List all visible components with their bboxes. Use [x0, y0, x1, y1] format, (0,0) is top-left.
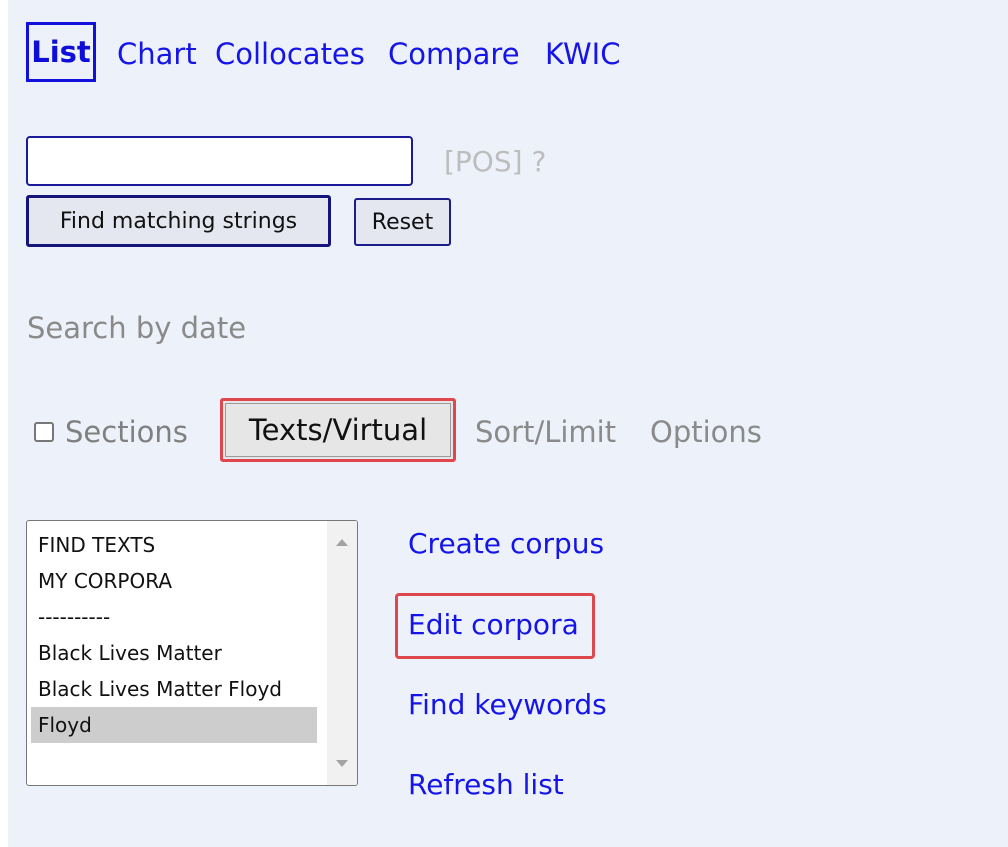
list-item[interactable]: ---------- [31, 599, 317, 635]
tab-list[interactable]: List [26, 22, 96, 82]
search-input[interactable] [26, 136, 413, 186]
listbox-scrollbar[interactable] [327, 521, 357, 785]
list-item-selected[interactable]: Floyd [31, 707, 317, 743]
pos-help-link[interactable]: [POS] ? [444, 142, 546, 182]
find-matching-strings-button[interactable]: Find matching strings [26, 195, 331, 247]
tab-kwic[interactable]: KWIC [545, 34, 620, 74]
create-corpus-link[interactable]: Create corpus [408, 524, 604, 564]
refresh-list-link[interactable]: Refresh list [408, 765, 564, 805]
scroll-up-icon[interactable] [336, 539, 348, 546]
tab-chart[interactable]: Chart [117, 34, 197, 74]
tab-compare[interactable]: Compare [388, 34, 520, 74]
options-tab[interactable]: Options [650, 412, 762, 452]
list-item[interactable]: FIND TEXTS [31, 527, 317, 563]
search-by-date-link[interactable]: Search by date [27, 308, 246, 348]
sections-label[interactable]: Sections [65, 412, 188, 452]
list-item[interactable]: Black Lives Matter [31, 635, 317, 671]
sections-checkbox[interactable] [34, 422, 54, 442]
sort-limit-tab[interactable]: Sort/Limit [475, 412, 616, 452]
reset-button[interactable]: Reset [354, 198, 451, 246]
list-item[interactable]: Black Lives Matter Floyd [31, 671, 317, 707]
texts-virtual-label: Texts/Virtual [248, 413, 428, 447]
scroll-down-icon[interactable] [336, 760, 348, 767]
corpus-listbox[interactable]: FIND TEXTS MY CORPORA ---------- Black L… [26, 520, 358, 786]
texts-virtual-button[interactable]: Texts/Virtual [220, 398, 456, 462]
edit-corpora-link[interactable]: Edit corpora [408, 605, 579, 645]
tab-collocates[interactable]: Collocates [215, 34, 365, 74]
find-keywords-link[interactable]: Find keywords [408, 685, 607, 725]
list-item[interactable]: MY CORPORA [31, 563, 317, 599]
